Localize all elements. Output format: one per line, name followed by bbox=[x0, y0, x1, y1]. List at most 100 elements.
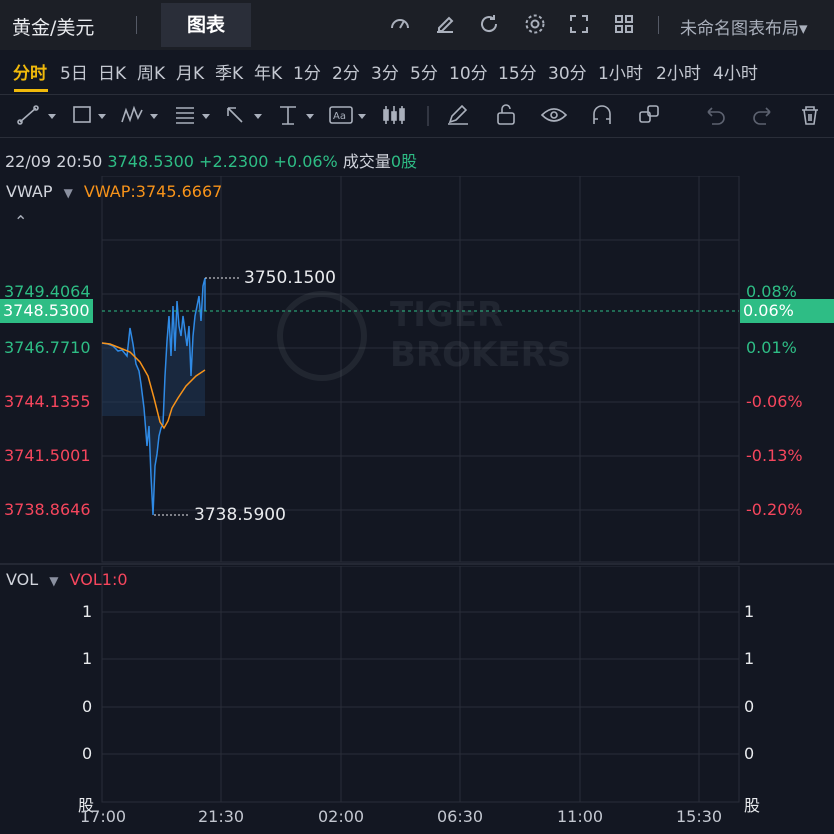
layout-selector[interactable]: 未命名图表布局▾ bbox=[680, 14, 808, 39]
gear-icon[interactable] bbox=[522, 12, 548, 38]
percent-axis-right-label: -0.13% bbox=[746, 446, 803, 465]
eye-icon[interactable] bbox=[540, 108, 568, 122]
divider bbox=[136, 16, 137, 34]
volume-grid bbox=[101, 566, 740, 803]
high-price-label: 3750.1500 bbox=[244, 268, 336, 288]
percent-axis-right-label: -0.06% bbox=[746, 392, 803, 411]
last-percent-tag-right: 0.06% bbox=[740, 299, 834, 323]
gauge-icon[interactable] bbox=[387, 12, 413, 38]
chevron-down-icon[interactable] bbox=[254, 114, 262, 119]
quote-change: +2.2300 bbox=[199, 152, 269, 171]
vwap-value: VWAP:3745.6667 bbox=[83, 182, 223, 201]
volume-axis-left-label: 0 bbox=[82, 744, 93, 763]
quote-change-pct: +0.06% bbox=[273, 152, 338, 171]
timeframe-7[interactable]: 1分 bbox=[293, 59, 321, 84]
chevron-down-icon[interactable] bbox=[98, 114, 106, 119]
layout-name: 未命名图表布局 bbox=[680, 19, 799, 39]
refresh-icon[interactable] bbox=[476, 12, 502, 38]
text-tool-icon[interactable]: Aa bbox=[329, 106, 353, 124]
timeframe-0[interactable]: 分时 bbox=[13, 59, 47, 84]
timeframe-15[interactable]: 2小时 bbox=[656, 59, 701, 84]
divider bbox=[658, 16, 659, 34]
chevron-down-icon[interactable] bbox=[358, 114, 366, 119]
chevron-down-icon: ▾ bbox=[799, 19, 808, 39]
chevron-down-icon[interactable] bbox=[306, 114, 314, 119]
percent-axis-right-label: -0.20% bbox=[746, 500, 803, 519]
pattern-tool-icon[interactable] bbox=[121, 105, 143, 123]
timeframe-12[interactable]: 15分 bbox=[498, 59, 537, 84]
timeframe-4[interactable]: 月K bbox=[176, 59, 204, 84]
volume-axis-right-unit: 股 bbox=[744, 796, 761, 815]
volume-axis-right-label: 0 bbox=[744, 744, 755, 763]
volume-chart[interactable] bbox=[0, 566, 834, 806]
unlock-icon[interactable] bbox=[497, 104, 515, 125]
volume-value: 0股 bbox=[390, 152, 418, 171]
low-price-label: 3738.5900 bbox=[194, 505, 286, 525]
indicator-legend[interactable]: VWAP ▼ VWAP:3745.6667 bbox=[6, 182, 222, 201]
arrow-tool-icon[interactable] bbox=[227, 107, 243, 123]
price-chart[interactable]: TIGER BROKERS bbox=[0, 176, 834, 566]
timeframe-16[interactable]: 4小时 bbox=[713, 59, 758, 84]
volume-axis-right-label: 1 bbox=[744, 602, 755, 621]
magnet-icon[interactable] bbox=[593, 105, 611, 124]
collapse-icon[interactable]: ⌃ bbox=[14, 212, 27, 231]
active-timeframe-indicator bbox=[14, 89, 48, 92]
timeframe-2[interactable]: 日K bbox=[98, 59, 126, 84]
quote-datetime: 22/09 20:50 bbox=[5, 152, 103, 171]
price-axis-left-label: 3738.8646 bbox=[4, 500, 91, 519]
timeframe-3[interactable]: 周K bbox=[137, 59, 165, 84]
tab-chart[interactable]: 图表 bbox=[161, 3, 251, 47]
trendline-tool-icon[interactable] bbox=[17, 105, 39, 125]
svg-text:TIGER: TIGER bbox=[390, 295, 503, 335]
timeframe-10[interactable]: 5分 bbox=[410, 59, 438, 84]
timeframe-1[interactable]: 5日 bbox=[60, 59, 88, 84]
redo-icon[interactable] bbox=[753, 107, 771, 125]
chevron-down-icon[interactable] bbox=[150, 114, 158, 119]
volume-label: 成交量 bbox=[342, 152, 391, 171]
edit-icon[interactable] bbox=[432, 12, 458, 38]
price-axis-left-label: 3746.7710 bbox=[4, 338, 91, 357]
grid-icon[interactable] bbox=[611, 12, 637, 38]
quote-price: 3748.5300 bbox=[107, 152, 194, 171]
rectangle-tool-icon[interactable] bbox=[73, 106, 91, 123]
svg-text:BROKERS: BROKERS bbox=[390, 335, 571, 375]
volume-axis-left-label: 1 bbox=[82, 602, 93, 621]
timeframe-14[interactable]: 1小时 bbox=[598, 59, 643, 84]
measure-tool-icon[interactable] bbox=[280, 106, 296, 125]
volume-axis-right-label: 1 bbox=[744, 649, 755, 668]
tiger-brokers-logo: TIGER BROKERS bbox=[277, 291, 571, 381]
indicator-name: VWAP bbox=[6, 182, 53, 201]
fullscreen-icon[interactable] bbox=[566, 12, 592, 38]
timeframe-9[interactable]: 3分 bbox=[371, 59, 399, 84]
price-axis-left-label: 3741.5001 bbox=[4, 446, 91, 465]
drawing-tools: Aa bbox=[17, 104, 818, 126]
fib-tool-icon[interactable] bbox=[176, 107, 194, 124]
timeframe-13[interactable]: 30分 bbox=[548, 59, 587, 84]
symbol-title[interactable]: 黄金/美元 bbox=[12, 13, 94, 40]
undo-icon[interactable] bbox=[707, 107, 725, 125]
time-axis-label: 06:30 bbox=[437, 807, 484, 826]
time-axis-label: 11:00 bbox=[557, 807, 604, 826]
quote-info: 22/09 20:50 3748.5300 +2.2300 +0.06% 成交量… bbox=[5, 148, 417, 172]
volume-axis-left-label: 0 bbox=[82, 697, 93, 716]
chevron-down-icon[interactable] bbox=[48, 114, 56, 119]
svg-text:Aa: Aa bbox=[333, 111, 346, 122]
layers-icon[interactable] bbox=[639, 105, 659, 123]
timeframe-6[interactable]: 年K bbox=[254, 59, 282, 84]
time-axis-label: 15:30 bbox=[676, 807, 723, 826]
pencil-icon[interactable] bbox=[448, 104, 468, 125]
time-axis-label: 21:30 bbox=[198, 807, 245, 826]
time-axis-label: 02:00 bbox=[318, 807, 365, 826]
chevron-down-icon[interactable]: ▼ bbox=[64, 186, 73, 200]
volume-axis-left-label: 1 bbox=[82, 649, 93, 668]
time-axis-label: 17:00 bbox=[80, 807, 127, 826]
chevron-down-icon[interactable] bbox=[202, 114, 210, 119]
timeframe-11[interactable]: 10分 bbox=[449, 59, 488, 84]
price-series bbox=[101, 277, 206, 516]
candle-icon[interactable] bbox=[383, 106, 405, 124]
volume-axis-right-label: 0 bbox=[744, 697, 755, 716]
trash-icon[interactable] bbox=[802, 106, 818, 125]
price-axis-left-label: 3744.1355 bbox=[4, 392, 91, 411]
timeframe-5[interactable]: 季K bbox=[215, 59, 243, 84]
timeframe-8[interactable]: 2分 bbox=[332, 59, 360, 84]
